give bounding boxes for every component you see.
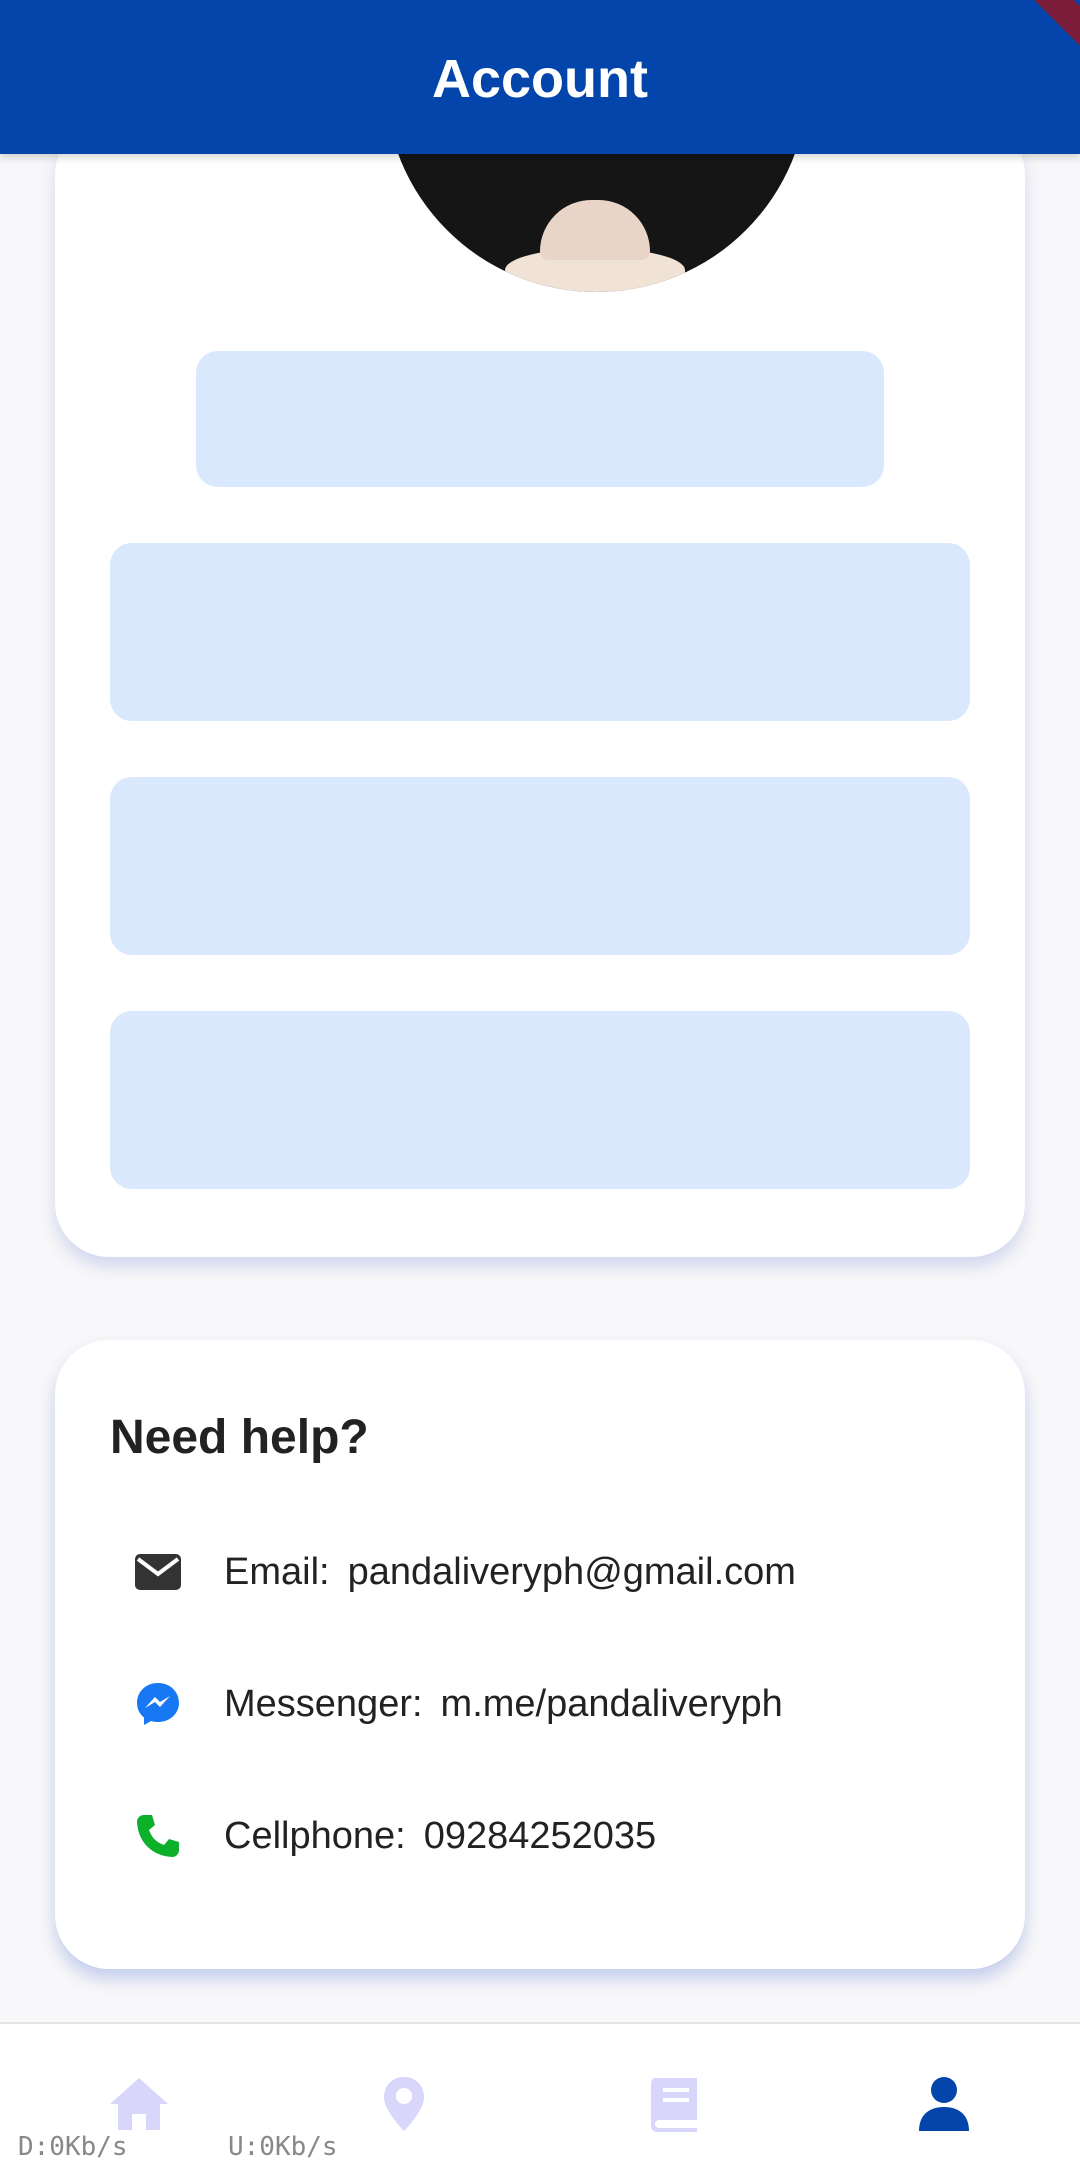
upload-speed: U:0Kb/s: [228, 2132, 338, 2162]
contact-value: m.me/pandaliveryph: [440, 1682, 783, 1725]
help-card: Need help? Email: pandaliveryph@gmail.co…: [55, 1340, 1025, 1969]
contact-label: Email:: [224, 1550, 330, 1593]
nav-bookings[interactable]: [642, 2072, 706, 2136]
nav-account[interactable]: [912, 2072, 976, 2136]
page-title: Account: [432, 49, 648, 109]
name-placeholder: [196, 351, 884, 487]
contact-email[interactable]: Email: pandaliveryph@gmail.com: [130, 1542, 796, 1602]
download-speed: D:0Kb/s: [18, 2132, 128, 2162]
phone-icon: [130, 1808, 186, 1864]
help-title: Need help?: [110, 1411, 369, 1464]
nav-home[interactable]: [107, 2072, 171, 2136]
contact-value: pandaliveryph@gmail.com: [347, 1550, 796, 1593]
envelope-icon: [130, 1544, 186, 1600]
info-placeholder-1: [110, 543, 970, 721]
contact-value: 09284252035: [423, 1814, 657, 1857]
contact-phone[interactable]: Cellphone: 09284252035: [130, 1806, 656, 1866]
messenger-icon: [130, 1676, 186, 1732]
person-icon: [919, 2077, 969, 2131]
contact-label: Messenger:: [224, 1682, 423, 1725]
contact-label: Cellphone:: [224, 1814, 406, 1857]
app-bar: Account: [0, 0, 1080, 154]
bottom-nav-bar: [0, 2022, 1080, 2180]
profile-card: [55, 0, 1025, 1257]
info-placeholder-2: [110, 777, 970, 955]
contact-messenger[interactable]: Messenger: m.me/pandaliveryph: [130, 1674, 783, 1734]
nav-location[interactable]: [372, 2072, 436, 2136]
book-icon: [651, 2078, 697, 2132]
home-icon: [110, 2078, 168, 2130]
info-placeholder-3: [110, 1011, 970, 1189]
avatar-hands-shape: [540, 200, 650, 260]
map-pin-icon: [384, 2077, 424, 2131]
